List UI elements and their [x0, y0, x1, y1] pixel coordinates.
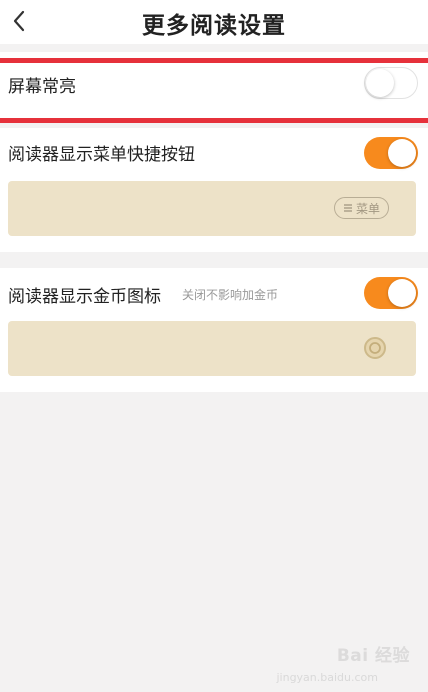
- menu-button-label: 菜单: [355, 201, 380, 216]
- highlight-border-top: [0, 58, 428, 63]
- coin-icon[interactable]: [364, 337, 386, 359]
- watermark-url: jingyan.baidu.com: [276, 671, 378, 684]
- setting-menu-shortcut: 阅读器显示菜单快捷按钮 菜单: [0, 128, 428, 252]
- settings-page: 更多阅读设置 屏幕常亮 阅读器显示菜单快捷按钮 菜单 阅读器显示金币图标 关闭不…: [0, 0, 428, 692]
- coin-icon-preview: [8, 321, 416, 376]
- highlight-border-bottom: [0, 118, 428, 123]
- setting-hint-coin: 关闭不影响加金币: [182, 288, 279, 302]
- toggle-knob: [388, 279, 416, 307]
- menu-shortcut-toggle[interactable]: [364, 137, 418, 169]
- setting-label-menu-shortcut: 阅读器显示菜单快捷按钮: [8, 145, 195, 165]
- setting-label-screen-on: 屏幕常亮: [8, 77, 76, 97]
- coin-icon-toggle[interactable]: [364, 277, 418, 309]
- setting-label-coin-icon: 阅读器显示金币图标: [8, 287, 161, 307]
- toggle-knob: [366, 69, 394, 97]
- menu-button[interactable]: 菜单: [333, 197, 389, 219]
- watermark-logo: Bai 经验: [336, 646, 410, 666]
- setting-coin-icon: 阅读器显示金币图标 关闭不影响加金币: [0, 268, 428, 392]
- page-title: 更多阅读设置: [142, 13, 286, 39]
- header-bar: 更多阅读设置: [0, 0, 428, 44]
- screen-on-toggle[interactable]: [364, 67, 418, 99]
- menu-lines-icon: [343, 204, 352, 212]
- menu-shortcut-preview: 菜单: [8, 181, 416, 236]
- toggle-knob: [388, 139, 416, 167]
